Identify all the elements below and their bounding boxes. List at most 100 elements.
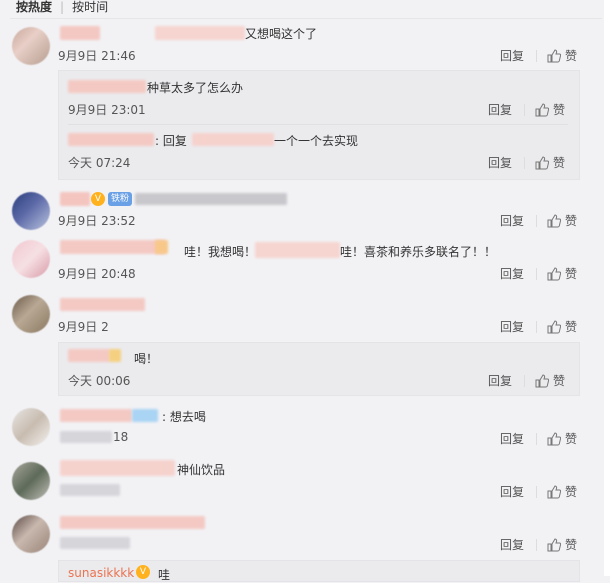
avatar[interactable]	[12, 295, 50, 333]
avatar[interactable]	[12, 240, 50, 278]
like-icon[interactable]	[547, 213, 562, 228]
comment-time: 18	[113, 430, 129, 444]
comment-time: 9月9日 21:46	[58, 49, 136, 63]
text-blurred	[155, 26, 245, 40]
avatar[interactable]	[12, 192, 50, 230]
username-blurred[interactable]	[60, 26, 100, 40]
reply-button[interactable]: 回复	[488, 154, 512, 171]
comment-actions: 回复 赞	[500, 430, 577, 447]
action-divider	[536, 538, 538, 551]
reply-button[interactable]: 回复	[500, 212, 524, 229]
text-blurred	[135, 193, 287, 205]
sort-divider: |	[60, 0, 65, 14]
reply-button[interactable]: 回复	[488, 101, 512, 118]
reply-text: 一个一个去实现	[274, 134, 359, 148]
username-blurred[interactable]	[60, 298, 145, 311]
reply-time: 今天 07:24	[68, 156, 131, 170]
mention-blurred[interactable]	[192, 133, 274, 146]
username-blurred[interactable]	[60, 240, 165, 254]
avatar[interactable]	[12, 515, 50, 553]
like-button[interactable]: 赞	[565, 265, 577, 282]
fan-badge: 铁粉	[108, 192, 133, 206]
time-blurred	[60, 431, 112, 443]
like-icon[interactable]	[547, 431, 562, 446]
reply-divider	[68, 124, 568, 125]
reply-actions: 回复 赞	[488, 101, 565, 118]
like-icon[interactable]	[535, 373, 550, 388]
reply-button[interactable]: 回复	[500, 483, 524, 500]
comment-time: 9月9日 2	[58, 320, 109, 334]
comment-text: : 想去喝	[162, 410, 206, 424]
scrollbar[interactable]	[604, 0, 610, 576]
reply-button[interactable]: 回复	[500, 536, 524, 553]
avatar[interactable]	[12, 408, 50, 446]
reply-time: 今天 00:06	[68, 374, 131, 388]
reply-actions: 回复 赞	[488, 154, 565, 171]
action-divider	[536, 267, 538, 280]
like-button[interactable]: 赞	[553, 372, 565, 389]
comment-actions: 回复 赞	[500, 212, 577, 229]
like-button[interactable]: 赞	[553, 101, 565, 118]
comment-text: 哇！喜茶和养乐多联名了！！	[340, 245, 497, 259]
comment-time: 9月9日 20:48	[58, 267, 136, 281]
action-divider	[536, 432, 538, 445]
reply-text: 喝！	[134, 352, 159, 366]
sort-tabs: 按热度 | 按时间	[16, 0, 108, 16]
like-icon[interactable]	[547, 319, 562, 334]
username-blurred[interactable]	[68, 349, 110, 362]
emoji-blurred	[109, 349, 121, 362]
username-blurred[interactable]	[60, 516, 205, 529]
time-blurred	[60, 484, 120, 496]
reply-button[interactable]: 回复	[500, 47, 524, 64]
comment-actions: 回复 赞	[500, 483, 577, 500]
action-divider	[524, 156, 526, 169]
username-blurred[interactable]	[60, 409, 132, 422]
reply-text: 种草太多了怎么办	[147, 81, 244, 95]
avatar[interactable]	[12, 462, 50, 500]
like-icon[interactable]	[547, 48, 562, 63]
vip-icon: V	[136, 565, 150, 579]
sort-by-hot-tab[interactable]: 按热度	[16, 0, 52, 14]
comment-actions: 回复 赞	[500, 318, 577, 335]
comment-actions: 回复 赞	[500, 47, 577, 64]
reply-text: 哇	[158, 568, 171, 582]
comment-time: 9月9日 23:52	[58, 214, 136, 228]
like-button[interactable]: 赞	[565, 47, 577, 64]
like-icon[interactable]	[535, 155, 550, 170]
comment-text: 神仙饮品	[177, 463, 226, 477]
username-blurred[interactable]	[60, 460, 175, 476]
username-blurred[interactable]	[68, 133, 154, 146]
action-divider	[536, 214, 538, 227]
like-button[interactable]: 赞	[565, 430, 577, 447]
emoji-blurred	[132, 409, 158, 422]
comment-actions: 回复 赞	[500, 536, 577, 553]
mention-blurred[interactable]	[255, 242, 340, 258]
time-blurred	[60, 537, 130, 549]
username-blurred[interactable]	[60, 192, 90, 206]
username-blurred[interactable]	[68, 80, 146, 93]
like-button[interactable]: 赞	[565, 536, 577, 553]
like-icon[interactable]	[547, 266, 562, 281]
sort-by-time-tab[interactable]: 按时间	[72, 0, 108, 14]
like-icon[interactable]	[547, 537, 562, 552]
like-icon[interactable]	[547, 484, 562, 499]
like-button[interactable]: 赞	[565, 483, 577, 500]
like-icon[interactable]	[535, 102, 550, 117]
action-divider	[524, 103, 526, 116]
avatar[interactable]	[12, 27, 50, 65]
comment-text: 又想喝这个了	[245, 27, 318, 41]
like-button[interactable]: 赞	[565, 212, 577, 229]
reply-button[interactable]: 回复	[500, 265, 524, 282]
reply-button[interactable]: 回复	[500, 430, 524, 447]
reply-prefix: : 回复	[155, 134, 187, 148]
reply-time: 9月9日 23:01	[68, 103, 146, 117]
action-divider	[524, 374, 526, 387]
reply-username[interactable]: sunasikkkk	[68, 566, 134, 580]
like-button[interactable]: 赞	[565, 318, 577, 335]
like-button[interactable]: 赞	[553, 154, 565, 171]
emoji-blurred	[155, 240, 168, 254]
reply-actions: 回复 赞	[488, 372, 565, 389]
reply-button[interactable]: 回复	[488, 372, 512, 389]
action-divider	[536, 485, 538, 498]
reply-button[interactable]: 回复	[500, 318, 524, 335]
